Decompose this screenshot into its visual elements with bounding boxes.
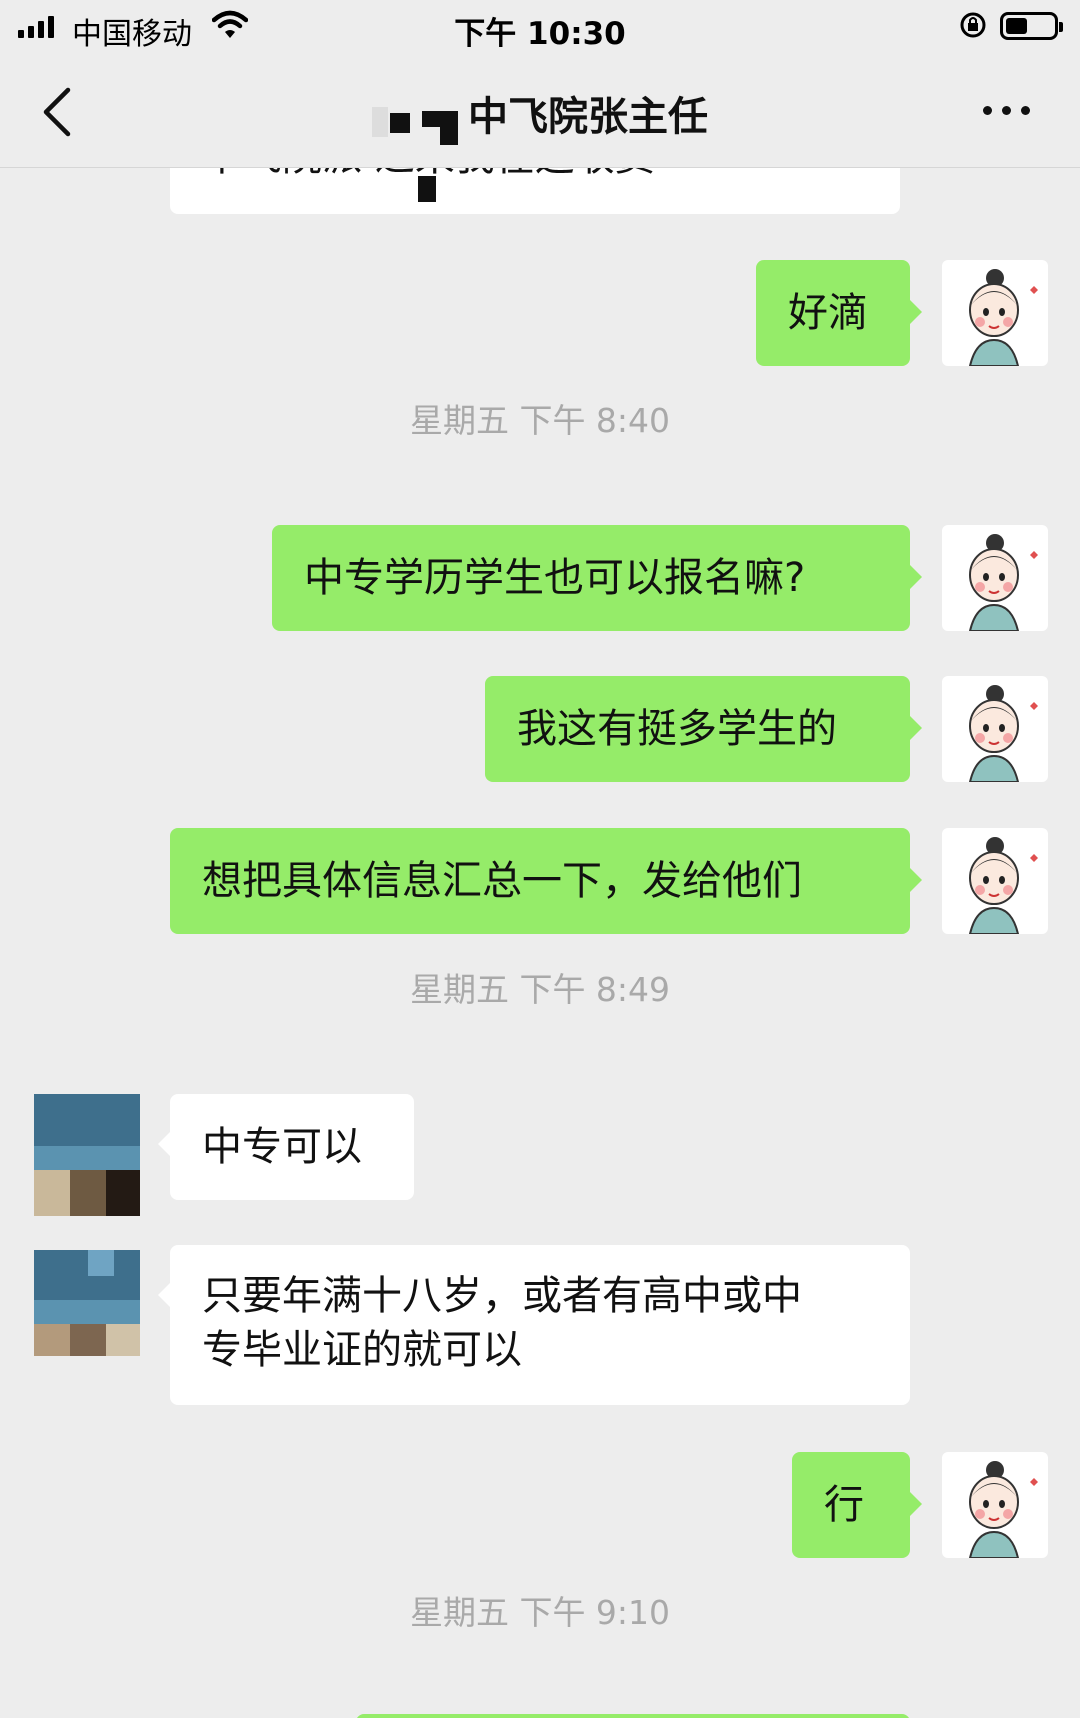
my-avatar[interactable] — [942, 676, 1048, 782]
status-time: 下午 10:30 — [454, 16, 626, 52]
contact-avatar[interactable] — [34, 1250, 140, 1356]
message-bubble-outgoing[interactable]: 想把具体信息汇总一下，发给他们 — [170, 828, 922, 934]
message-bubble-outgoing[interactable]: 好滴 — [756, 260, 922, 366]
redaction-mosaic — [372, 97, 464, 145]
message-text-line: 专毕业证的就可以 — [202, 1327, 522, 1373]
chat-messages[interactable]: 中飞院派 过来我在这收费 好滴 星期五 下午 8:40 中专学历学生也可以报名嘛… — [0, 168, 1080, 1718]
message-bubble-incoming[interactable]: 中飞院派 过来我在这收费 — [170, 168, 900, 214]
message-text: 行 — [824, 1482, 864, 1528]
my-avatar[interactable] — [942, 1452, 1048, 1558]
more-dots-icon[interactable] — [983, 106, 1030, 115]
message-bubble-outgoing[interactable]: 行 — [792, 1452, 922, 1558]
status-bar: 中国移动 下午 10:30 — [0, 0, 1080, 56]
my-avatar[interactable] — [942, 525, 1048, 631]
timestamp: 星期五 下午 9:10 — [409, 1593, 671, 1632]
battery-icon — [1000, 12, 1063, 40]
message-text: 中专可以 — [202, 1124, 362, 1170]
message-text: 想把具体信息汇总一下，发给他们 — [202, 858, 802, 904]
message-text-line: 只要年满十八岁，或者有高中或中 — [202, 1273, 802, 1319]
my-avatar[interactable] — [942, 828, 1048, 934]
chat-title[interactable]: 中飞院张主任 — [0, 84, 1080, 145]
contact-avatar[interactable] — [34, 1094, 140, 1216]
chat-title-text: 中飞院张主任 — [468, 94, 708, 140]
message-bubble-outgoing[interactable]: 我这有挺多学生的 — [485, 676, 922, 782]
my-avatar[interactable] — [942, 260, 1048, 366]
message-text: 我这有挺多学生的 — [517, 706, 837, 752]
message-text: 好滴 — [788, 290, 868, 336]
message-bubble-incoming[interactable]: 只要年满十八岁，或者有高中或中 专毕业证的就可以 — [158, 1245, 910, 1405]
battery-level — [1006, 18, 1027, 34]
message-bubble-outgoing[interactable]: 中专学历学生也可以报名嘛? — [272, 525, 922, 631]
timestamp: 星期五 下午 8:40 — [409, 401, 671, 440]
rotation-lock-icon — [960, 12, 986, 38]
timestamp: 星期五 下午 8:49 — [409, 970, 671, 1009]
message-text: 中专学历学生也可以报名嘛? — [304, 555, 806, 601]
message-bubble-outgoing[interactable] — [356, 1714, 910, 1718]
message-bubble-incoming[interactable]: 中专可以 — [158, 1094, 414, 1200]
chat-header: 中飞院张主任 — [0, 56, 1080, 168]
